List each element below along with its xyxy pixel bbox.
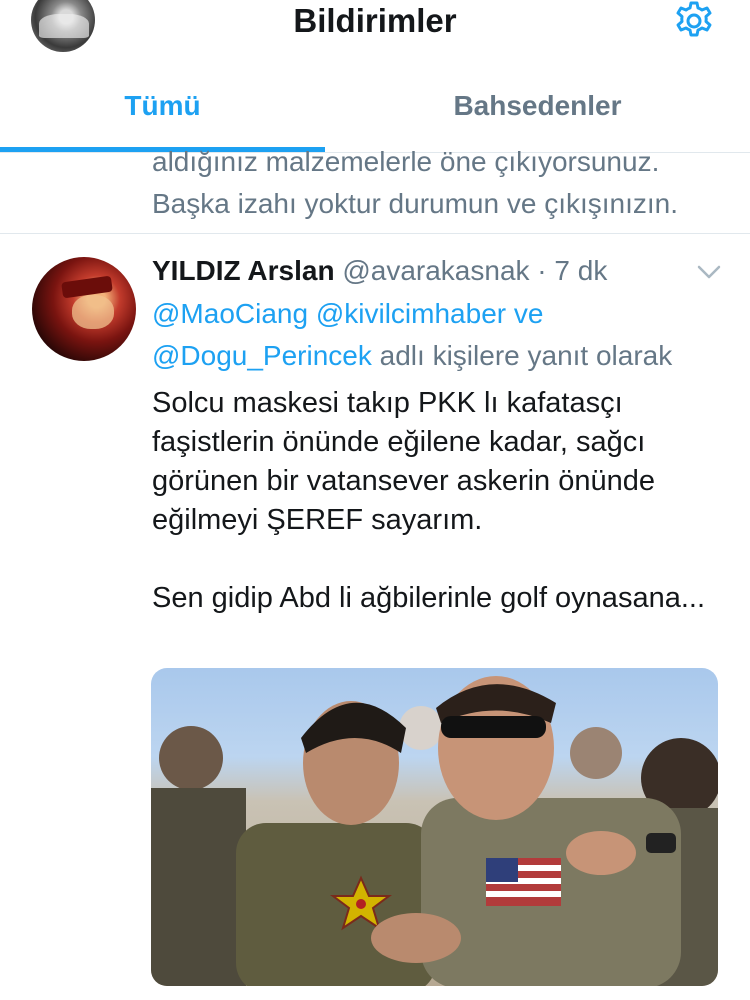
tweet-photo[interactable] <box>151 668 718 986</box>
chevron-down-icon[interactable] <box>695 262 723 282</box>
gear-icon[interactable] <box>672 0 716 44</box>
mention-link[interactable]: @Dogu_Perincek <box>152 340 372 371</box>
tweet-author-avatar[interactable] <box>32 257 136 361</box>
reply-and: ve <box>513 298 544 329</box>
author-handle[interactable]: @avarakasnak <box>342 255 529 286</box>
page-title: Bildirimler <box>293 2 457 39</box>
previous-tweet-line: Başka izahı yoktur durumun ve çıkışınızı… <box>152 188 679 219</box>
mention-link[interactable]: @MaoCiang <box>152 298 308 329</box>
previous-tweet-line: aldığınız malzemelerle öne çıkıyorsunuz. <box>152 146 660 177</box>
tab-mentions[interactable]: Bahsedenler <box>325 90 750 122</box>
reply-context: @MaoCiang @kivilcimhaber ve @Dogu_Perinc… <box>152 293 742 377</box>
tweet-time: 7 dk <box>554 255 608 286</box>
tab-all[interactable]: Tümü <box>0 90 325 122</box>
divider <box>0 233 750 234</box>
tweet-text: Solcu maskesi takıp PKK lı kafatasçı faş… <box>152 384 732 618</box>
previous-tweet-text: aldığınız malzemelerle öne çıkıyorsunuz.… <box>152 141 742 233</box>
photo-soldiers <box>151 676 718 986</box>
tweet-paragraph: Sen gidip Abd li ağbilerinle golf oynasa… <box>152 582 705 614</box>
mention-link[interactable]: @kivilcimhaber <box>316 298 506 329</box>
tweet-header: YILDIZ Arslan @avarakasnak · 7 dk <box>152 255 607 287</box>
reply-suffix: adlı kişilere yanıt olarak <box>379 340 673 371</box>
tweet-paragraph: Solcu maskesi takıp PKK lı kafatasçı faş… <box>152 387 655 536</box>
meta-separator: · <box>529 255 555 286</box>
header: Bildirimler <box>0 0 750 52</box>
author-name[interactable]: YILDIZ Arslan <box>152 255 335 286</box>
